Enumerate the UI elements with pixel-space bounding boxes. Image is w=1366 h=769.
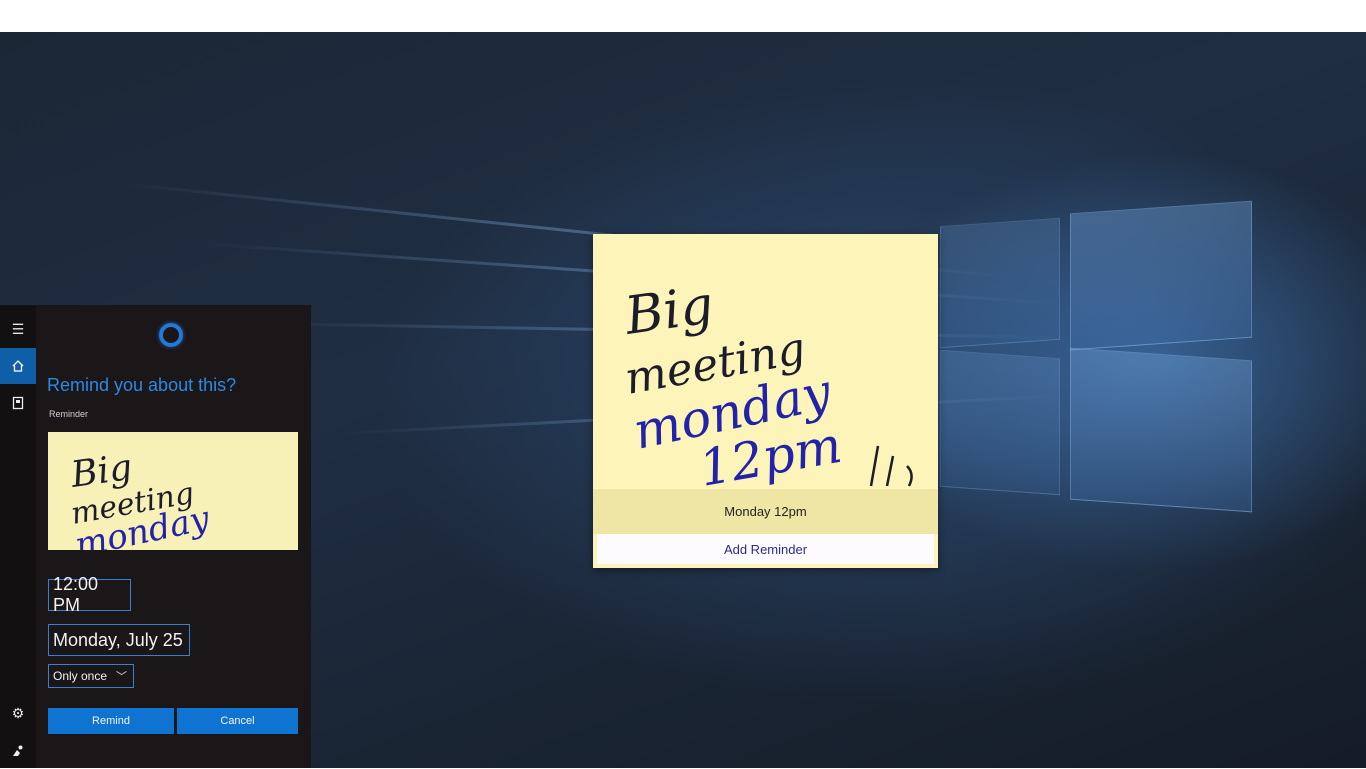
notebook-button[interactable]	[0, 385, 36, 421]
home-button[interactable]	[0, 348, 36, 384]
add-reminder-button[interactable]: Add Reminder	[597, 534, 934, 564]
cortana-logo	[159, 323, 183, 347]
reminder-section-label: Reminder	[49, 409, 89, 419]
windows-logo-pane	[1070, 200, 1252, 351]
time-value: 12:00 PM	[53, 574, 99, 615]
top-strip	[0, 0, 1366, 32]
date-value: Monday, July 25	[53, 629, 183, 650]
settings-button[interactable]: ⚙	[0, 695, 36, 731]
cortana-panel: ☰ ⚙ Remind you about this? Reminder Big …	[0, 305, 311, 768]
time-picker[interactable]: 12:00 PM	[48, 574, 131, 615]
feedback-button[interactable]	[0, 733, 36, 769]
ink-scribble	[869, 445, 913, 487]
handwriting-area[interactable]: Big meeting monday 12pm	[593, 234, 938, 489]
date-picker[interactable]: Monday, July 25	[48, 624, 190, 656]
windows-logo-pane	[1070, 347, 1252, 513]
notebook-icon	[12, 396, 24, 410]
menu-button[interactable]: ☰	[0, 311, 36, 347]
repeat-dropdown[interactable]: Only once ﹀	[48, 664, 134, 688]
sticky-note[interactable]: Big meeting monday 12pm Monday 12pm Add …	[593, 234, 938, 568]
cancel-button[interactable]: Cancel	[177, 708, 298, 734]
repeat-value: Only once	[53, 669, 108, 683]
handwriting-ink: Big meeting monday 12pm	[620, 275, 913, 489]
settings-icon: ⚙	[11, 704, 25, 721]
suggestion-text: Monday 12pm	[724, 504, 807, 519]
ink-line: Big	[620, 275, 717, 347]
menu-icon: ☰	[11, 320, 25, 337]
windows-logo-pane	[940, 217, 1060, 349]
thumbnail-ink: Big meeting monday	[68, 447, 214, 550]
cortana-rail: ☰ ⚙	[0, 305, 36, 768]
home-icon	[12, 360, 24, 372]
note-thumbnail: Big meeting monday	[48, 432, 298, 550]
chevron-down-icon: ﹀	[116, 671, 127, 683]
windows-logo-pane	[940, 349, 1060, 496]
prompt-title: Remind you about this?	[47, 375, 237, 395]
remind-button[interactable]: Remind	[48, 708, 174, 734]
feedback-icon	[13, 745, 23, 756]
reminder-suggestion[interactable]: Monday 12pm	[593, 489, 938, 534]
